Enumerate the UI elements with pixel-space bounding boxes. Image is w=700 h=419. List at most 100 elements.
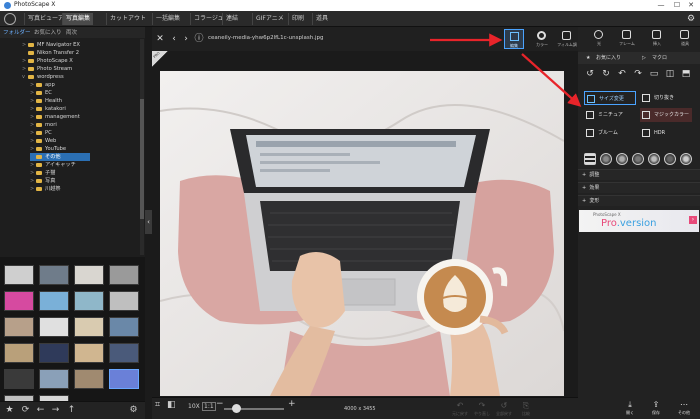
settings-icon[interactable]: ⚙ (128, 405, 139, 416)
folder-item[interactable]: > 子猫 (30, 169, 140, 177)
folder-item[interactable]: > katakori (30, 105, 140, 113)
tab-recent[interactable]: 両次 (66, 28, 77, 36)
filter-5-icon[interactable] (664, 153, 676, 165)
menu-tab-8[interactable]: 道具 (312, 13, 331, 25)
rotate-ccw-icon[interactable]: ↶ (616, 68, 628, 80)
thumbnail[interactable] (109, 369, 139, 389)
folder-item[interactable]: > Web (30, 137, 140, 145)
section-effects[interactable]: + 効果 (578, 182, 700, 193)
filter-4-icon[interactable] (648, 153, 660, 165)
straighten-icon[interactable]: ▭ (648, 68, 660, 80)
more-button[interactable]: ⋯ その他 (676, 399, 692, 417)
thumbnail[interactable] (4, 265, 34, 285)
collapse-panel-handle[interactable]: ‹ (145, 210, 152, 234)
hdr-option[interactable]: HDR (640, 126, 692, 140)
folder-item[interactable]: > 川越祭 (30, 185, 140, 193)
folder-item[interactable]: その他 (30, 153, 90, 161)
crop-frame-icon[interactable]: ⌗ (155, 400, 160, 410)
up-icon[interactable]: ↑ (66, 405, 77, 416)
menu-lines-icon[interactable] (584, 153, 596, 165)
folder-item[interactable]: > Health (30, 97, 140, 105)
tab-favorites[interactable]: お気に入り (34, 28, 62, 36)
filter-3-icon[interactable] (632, 153, 644, 165)
folder-item[interactable]: > mori (30, 121, 140, 129)
tool-button-frame[interactable]: フレーム (618, 29, 636, 49)
thumbnail[interactable] (4, 317, 34, 337)
action-button-0[interactable]: ↶ 元に戻す (452, 400, 468, 418)
app-menu-icon[interactable] (4, 13, 16, 25)
edited-photo[interactable] (160, 71, 564, 396)
crop-option[interactable]: 切り抜き (640, 91, 692, 105)
close-button[interactable]: ✕ (684, 0, 698, 11)
folder-item[interactable]: Nikon Transfer 2 (22, 49, 132, 57)
rotate-right-icon[interactable]: ↻ (600, 68, 612, 80)
folder-item[interactable]: > app (30, 81, 140, 89)
rotate-left-icon[interactable]: ↺ (584, 68, 596, 80)
thumbnail[interactable] (39, 265, 69, 285)
tab-folders[interactable]: フォルダー (3, 28, 31, 36)
magic-color-option[interactable]: マジックカラー (640, 108, 692, 122)
folder-item[interactable]: > PC (30, 129, 140, 137)
minimize-button[interactable]: — (654, 0, 668, 11)
menu-tab-6[interactable]: GIFアニメ (252, 13, 287, 25)
folder-item[interactable]: > Photo Stream (22, 65, 132, 73)
zoom-percent[interactable]: 10X (188, 403, 200, 410)
pro-version-banner[interactable]: PhotoScape X Pro.version › (579, 210, 699, 232)
tree-scrollbar[interactable] (140, 39, 144, 255)
thumbnail[interactable] (109, 343, 139, 363)
menu-tab-7[interactable]: 印刷 (288, 13, 307, 25)
folder-item[interactable]: > アイキャッチ (30, 161, 140, 169)
menu-tab-4[interactable]: コラージュ (190, 13, 226, 25)
scrollbar-thumb[interactable] (140, 99, 144, 219)
miniature-option[interactable]: ミニチュア (584, 108, 636, 122)
thumbnail[interactable] (39, 369, 69, 389)
open-button[interactable]: ⤓ 開く (622, 399, 638, 417)
tool-button-tools[interactable]: 道具 (676, 29, 694, 49)
thumbnail[interactable] (74, 317, 104, 337)
section-adjust[interactable]: + 調整 (578, 169, 700, 180)
menu-tab-2[interactable]: カットアウト (106, 13, 149, 25)
info-icon[interactable]: ⓘ (193, 33, 205, 45)
edit-button[interactable]: 編集 (504, 29, 524, 49)
filter-2-icon[interactable] (616, 153, 628, 165)
section-transform[interactable]: + 変形 (578, 195, 700, 206)
rotate-cw-icon[interactable]: ↷ (632, 68, 644, 80)
folder-item[interactable]: > MF Navigator EX (22, 41, 132, 49)
action-button-3[interactable]: ⎘ 比較 (518, 400, 534, 418)
folder-item[interactable]: > YouTube (30, 145, 140, 153)
thumbnail[interactable] (74, 343, 104, 363)
refresh-icon[interactable]: ⟳ (20, 405, 31, 416)
next-image-icon[interactable]: › (180, 33, 192, 45)
color-button[interactable]: カラー (532, 29, 552, 49)
thumbnail[interactable] (74, 265, 104, 285)
action-button-2[interactable]: ↺ 全部戻す (496, 400, 512, 418)
promo-next-icon[interactable]: › (689, 216, 697, 224)
back-icon[interactable]: ← (35, 405, 46, 416)
thumbnail[interactable] (4, 369, 34, 389)
split-view-icon[interactable]: ◧ (167, 400, 176, 410)
prev-image-icon[interactable]: ‹ (168, 33, 180, 45)
resize-option[interactable]: サイズ変更 (584, 91, 636, 105)
thumbnail[interactable] (4, 291, 34, 311)
drop-icon[interactable] (680, 153, 692, 165)
zoom-slider-knob[interactable] (232, 404, 241, 413)
flip-vertical-icon[interactable]: ⬒ (680, 68, 692, 80)
forward-icon[interactable]: → (50, 405, 61, 416)
fit-button[interactable]: 1:1 (202, 402, 216, 411)
film-button[interactable]: フィルム調 (557, 29, 578, 49)
folder-item[interactable]: > management (30, 113, 140, 121)
menu-tab-3[interactable]: 一括編集 (152, 13, 183, 25)
thumbnail[interactable] (109, 291, 139, 311)
close-image-icon[interactable]: ✕ (154, 33, 166, 45)
favorites-button[interactable]: お気に入り (596, 52, 621, 64)
flip-horizontal-icon[interactable]: ◫ (664, 68, 676, 80)
thumbnail[interactable] (39, 343, 69, 363)
bloom-option[interactable]: ブルーム (584, 126, 636, 140)
thumbnail[interactable] (74, 369, 104, 389)
thumbnail[interactable] (4, 343, 34, 363)
folder-item[interactable]: > EC (30, 89, 140, 97)
thumbnail[interactable] (109, 317, 139, 337)
action-button-1[interactable]: ↷ やり直し (474, 400, 490, 418)
menu-tab-5[interactable]: 連結 (222, 13, 241, 25)
folder-item[interactable]: v wordpress (22, 73, 132, 81)
